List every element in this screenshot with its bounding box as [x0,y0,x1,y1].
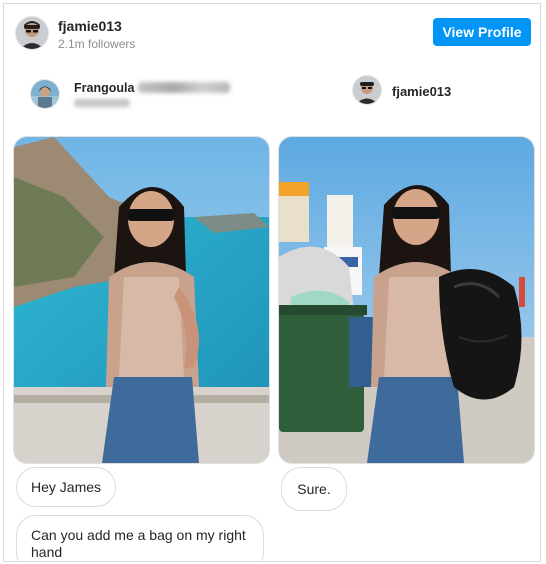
message-bubble: Sure. [281,467,347,511]
avatar[interactable] [15,16,49,50]
message-bubble: Hey James [16,467,116,507]
avatar[interactable] [352,75,382,105]
post-card: fjamie013 2.1m followers View Profile Fr… [3,3,541,562]
redacted-name [138,82,230,93]
post-header: fjamie013 2.1m followers View Profile [4,4,540,66]
post-author-name[interactable]: Frangoula [74,81,134,95]
edited-photo[interactable] [278,136,535,464]
original-photo[interactable] [13,136,270,464]
avatar[interactable] [30,79,60,109]
follower-count: 2.1m followers [58,37,136,51]
view-profile-button[interactable]: View Profile [433,18,531,46]
redacted-handle [74,99,130,107]
username[interactable]: fjamie013 [58,18,122,34]
editor-username[interactable]: fjamie013 [392,84,451,99]
message-bubble: Can you add me a bag on my right hand [16,515,264,561]
